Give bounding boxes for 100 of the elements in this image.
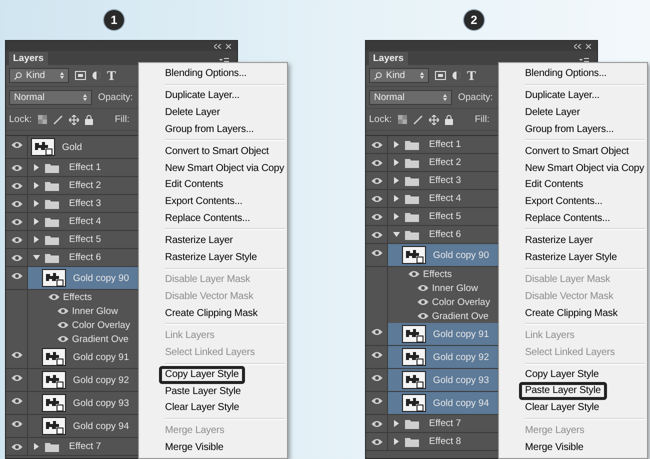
group-name: Effect 6 xyxy=(69,252,102,263)
folder-icon xyxy=(45,216,59,226)
eye-icon[interactable] xyxy=(48,293,60,301)
effect-name: Color Overlay xyxy=(432,296,490,308)
opacity-label: Opacity: xyxy=(98,92,133,103)
blend-mode-dropdown[interactable]: Normal xyxy=(369,90,452,105)
group-name: Effect 8 xyxy=(429,436,462,447)
disclosure-triangle-icon[interactable] xyxy=(33,236,40,243)
eye-icon[interactable] xyxy=(370,159,382,167)
eye-icon[interactable] xyxy=(10,397,22,405)
menu-item[interactable]: Group from Layers... xyxy=(139,120,287,138)
disclosure-triangle-icon[interactable] xyxy=(33,443,40,450)
type-filter[interactable]: T xyxy=(467,68,476,82)
eye-icon[interactable] xyxy=(370,438,382,446)
group-name: Effect 1 xyxy=(429,139,462,150)
eye-icon[interactable] xyxy=(370,249,382,257)
disclosure-triangle-icon[interactable] xyxy=(33,200,40,207)
group-name: Effect 2 xyxy=(429,157,462,168)
menu-item[interactable]: Group from Layers... xyxy=(499,120,647,138)
eye-icon[interactable] xyxy=(10,272,22,280)
close-icon[interactable] xyxy=(226,44,231,48)
eye-icon[interactable] xyxy=(10,443,22,451)
menu-item[interactable]: Blending Options... xyxy=(499,65,647,82)
lock-icon[interactable] xyxy=(84,114,93,124)
step-number: 2 xyxy=(464,10,484,30)
brush-icon[interactable] xyxy=(412,114,423,124)
folder-icon xyxy=(45,162,59,172)
disclosure-triangle-icon[interactable] xyxy=(393,177,400,184)
image-filter-icon[interactable] xyxy=(435,71,446,80)
menu-item[interactable]: Create Clipping Mask xyxy=(499,304,647,322)
layer-name: Gold copy 90 xyxy=(433,250,489,260)
eye-icon[interactable] xyxy=(370,397,382,405)
disclosure-triangle-icon[interactable] xyxy=(393,438,400,445)
menu-item[interactable]: Create Clipping Mask xyxy=(139,304,287,322)
eye-icon[interactable] xyxy=(57,307,69,315)
disclosure-triangle-icon[interactable] xyxy=(393,195,400,202)
disclosure-triangle-icon[interactable] xyxy=(33,182,40,189)
menu-item[interactable]: Duplicate Layer... xyxy=(139,88,287,104)
adjustment-filter-icon[interactable] xyxy=(92,71,101,80)
menu-item[interactable]: Blending Options... xyxy=(139,65,287,82)
move-icon[interactable] xyxy=(68,114,79,124)
disclosure-triangle-icon[interactable] xyxy=(393,213,400,220)
eye-icon[interactable] xyxy=(408,270,420,278)
disclosure-triangle-icon[interactable] xyxy=(33,164,40,171)
menu-item[interactable]: Delete Layer xyxy=(499,104,647,121)
eye-icon[interactable] xyxy=(10,351,22,359)
eye-icon[interactable] xyxy=(10,374,22,382)
disclosure-triangle-icon[interactable] xyxy=(393,231,400,238)
eye-icon[interactable] xyxy=(10,164,22,172)
brush-icon[interactable] xyxy=(52,114,63,124)
menu-item[interactable]: Delete Layer xyxy=(139,104,287,121)
disclosure-triangle-icon[interactable] xyxy=(393,159,400,166)
folder-icon xyxy=(405,140,419,150)
eye-icon[interactable] xyxy=(370,328,382,336)
folder-icon xyxy=(405,158,419,168)
eye-icon[interactable] xyxy=(57,335,69,343)
eye-icon[interactable] xyxy=(10,200,22,208)
eye-icon[interactable] xyxy=(417,298,429,306)
eye-icon[interactable] xyxy=(10,420,22,428)
eye-icon[interactable] xyxy=(57,321,69,329)
eye-icon[interactable] xyxy=(10,236,22,244)
kind-dropdown[interactable]: Kind xyxy=(9,68,69,83)
disclosure-triangle-icon[interactable] xyxy=(33,218,40,225)
collapse-icon[interactable] xyxy=(214,44,221,48)
eye-icon[interactable] xyxy=(10,254,22,262)
layers-tab[interactable]: Layers xyxy=(369,52,408,65)
adjustment-filter-icon[interactable] xyxy=(452,71,461,80)
eye-icon[interactable] xyxy=(10,141,22,149)
image-filter-icon[interactable] xyxy=(75,71,86,80)
menu-item[interactable]: Duplicate Layer... xyxy=(499,88,647,104)
layer-thumbnail xyxy=(42,269,66,287)
lock-transparent-icon[interactable] xyxy=(38,115,47,124)
eye-icon[interactable] xyxy=(10,218,22,226)
group-name: Effect 4 xyxy=(429,193,462,204)
eye-icon[interactable] xyxy=(370,177,382,185)
group-name: Effect 5 xyxy=(429,211,462,222)
eye-icon[interactable] xyxy=(10,182,22,190)
eye-icon[interactable] xyxy=(417,284,429,292)
eye-icon[interactable] xyxy=(370,351,382,359)
kind-dropdown[interactable]: Kind xyxy=(369,68,429,83)
lock-transparent-icon[interactable] xyxy=(398,115,407,124)
eye-icon[interactable] xyxy=(370,213,382,221)
blend-mode-dropdown[interactable]: Normal xyxy=(9,90,92,105)
disclosure-triangle-icon[interactable] xyxy=(393,141,400,148)
type-filter[interactable]: T xyxy=(107,68,116,82)
close-icon[interactable] xyxy=(586,44,591,48)
eye-icon[interactable] xyxy=(370,231,382,239)
eye-icon[interactable] xyxy=(370,195,382,203)
eye-icon[interactable] xyxy=(370,420,382,428)
eye-icon[interactable] xyxy=(417,312,429,320)
effect-name: Inner Glow xyxy=(72,306,118,316)
layers-tab[interactable]: Layers xyxy=(9,52,48,65)
collapse-icon[interactable] xyxy=(574,44,581,48)
disclosure-triangle-icon[interactable] xyxy=(33,254,40,261)
move-icon[interactable] xyxy=(428,114,439,124)
eye-icon[interactable] xyxy=(370,374,382,382)
lock-label: Lock: xyxy=(9,114,32,125)
lock-icon[interactable] xyxy=(444,114,453,124)
disclosure-triangle-icon[interactable] xyxy=(393,420,400,427)
eye-icon[interactable] xyxy=(370,141,382,149)
